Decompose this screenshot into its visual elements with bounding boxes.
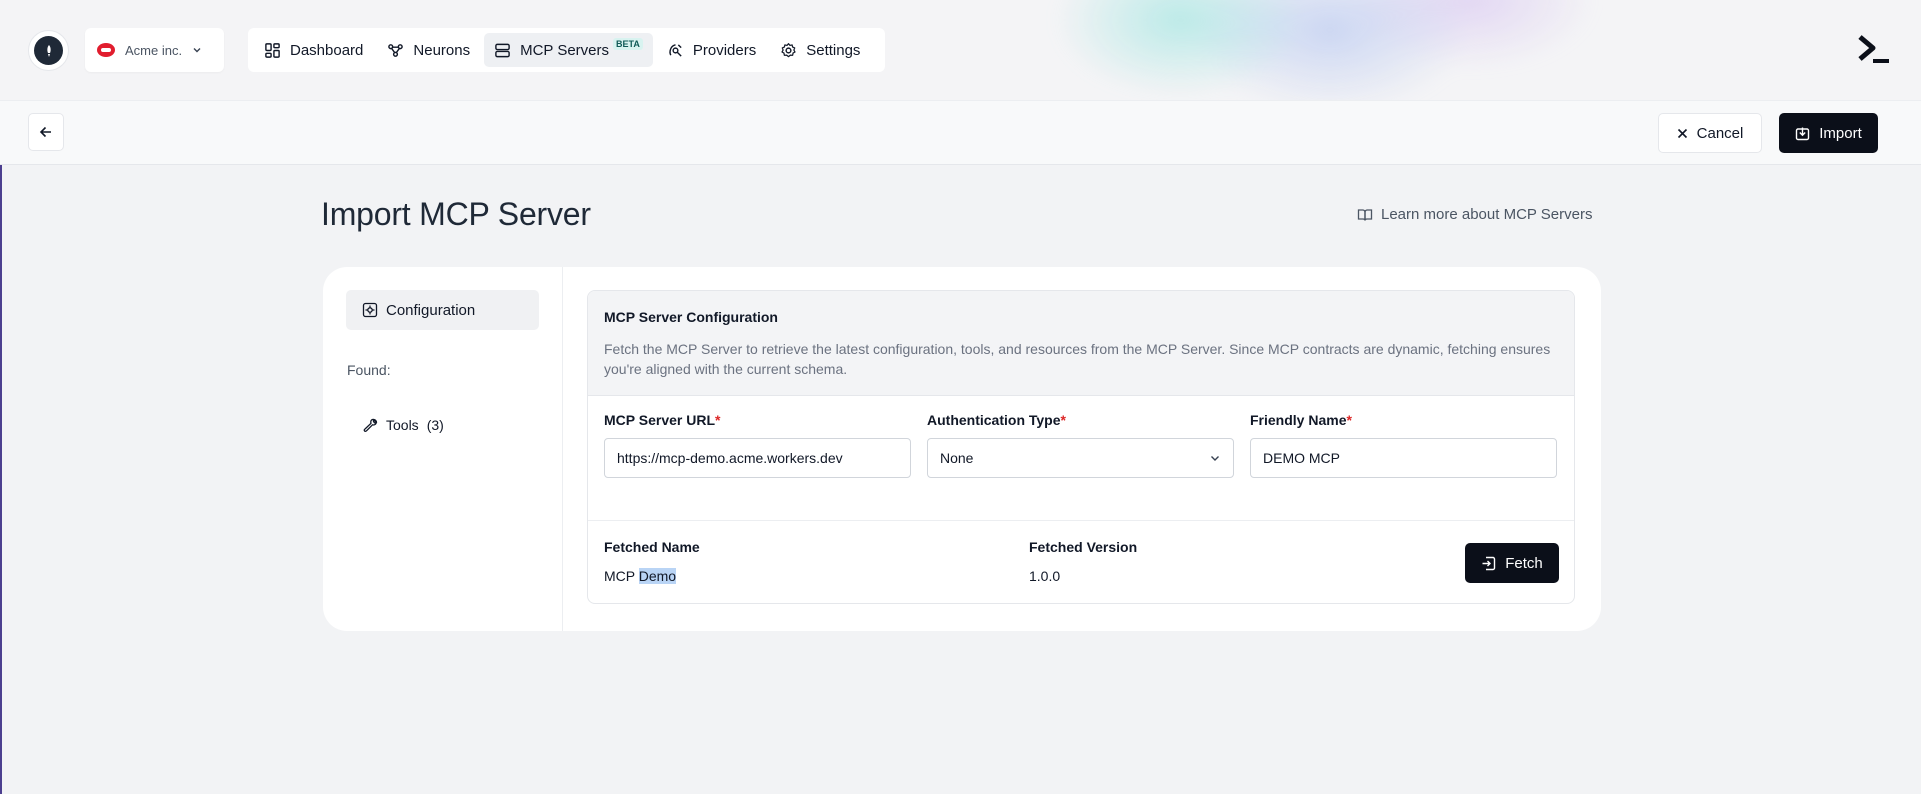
fetched-version: Fetched Version 1.0.0 — [1029, 539, 1137, 584]
sidebar-item-tools[interactable]: Tools (3) — [363, 417, 444, 433]
card-main: MCP Server Configuration Fetch the MCP S… — [563, 267, 1601, 631]
brand-logo-icon — [1858, 35, 1889, 63]
auth-value: None — [940, 450, 974, 466]
chevron-down-icon — [193, 48, 201, 53]
learn-more-link[interactable]: Learn more about MCP Servers — [1357, 206, 1593, 223]
configuration-fields: MCP Server URL* https://mcp-demo.acme.wo… — [588, 396, 1574, 521]
nav-label: Neurons — [413, 41, 471, 59]
dashboard-icon — [265, 42, 280, 58]
import-card: Configuration Found: Tools (3) MCP Serve… — [323, 267, 1601, 631]
organization-switcher[interactable]: Acme inc. — [85, 28, 224, 72]
back-button[interactable] — [28, 113, 64, 151]
server-icon — [495, 43, 510, 57]
friendly-name-value: DEMO MCP — [1263, 450, 1340, 466]
app-logo[interactable] — [28, 30, 69, 71]
required-mark: * — [1060, 412, 1066, 428]
fetch-icon — [1482, 556, 1496, 570]
page-title: Import MCP Server — [321, 196, 591, 232]
friendly-name-label-text: Friendly Name — [1250, 412, 1347, 428]
background-glow — [1000, 0, 1620, 100]
organization-logo — [97, 43, 115, 57]
neurons-icon — [388, 43, 404, 57]
required-mark: * — [1346, 412, 1352, 428]
fetched-version-value: 1.0.0 — [1029, 568, 1061, 584]
nav-label: MCP Servers — [520, 41, 610, 59]
friendly-name-field: Friendly Name* DEMO MCP — [1250, 412, 1557, 520]
friendly-name-label: Friendly Name* — [1250, 412, 1557, 428]
rocket-icon — [46, 44, 51, 57]
book-icon — [1357, 208, 1373, 221]
nav-label: Providers — [692, 41, 757, 59]
close-icon — [1677, 128, 1687, 138]
learn-more-label: Learn more about MCP Servers — [1381, 206, 1593, 223]
panel-title: MCP Server Configuration — [604, 309, 778, 325]
url-field: MCP Server URL* https://mcp-demo.acme.wo… — [604, 412, 911, 520]
url-label: MCP Server URL* — [604, 412, 911, 428]
nav-item-mcp-servers[interactable]: MCP Servers BETA — [484, 33, 653, 67]
authentication-type-select[interactable]: None — [927, 438, 1234, 478]
cancel-label: Cancel — [1696, 124, 1744, 142]
import-button[interactable]: Import — [1779, 113, 1878, 153]
wrench-icon — [363, 418, 378, 432]
configuration-panel: MCP Server Configuration Fetch the MCP S… — [587, 290, 1575, 604]
nav-item-settings[interactable]: Settings — [770, 33, 870, 67]
download-icon — [1796, 127, 1810, 140]
nav-item-providers[interactable]: Providers — [657, 33, 766, 67]
providers-icon — [669, 43, 682, 57]
organization-name: Acme inc. — [125, 42, 183, 58]
nav-item-dashboard[interactable]: Dashboard — [254, 33, 373, 67]
action-bar: Cancel Import — [0, 100, 1921, 165]
top-navigation-bar: Acme inc. Dashboard Neurons MCP Servers … — [0, 0, 1921, 100]
fetched-version-label: Fetched Version — [1029, 539, 1138, 555]
tools-label: Tools — [386, 417, 419, 433]
auth-label-text: Authentication Type — [927, 412, 1061, 428]
selected-text: Demo — [638, 568, 677, 584]
panel-header: MCP Server Configuration Fetch the MCP S… — [588, 291, 1574, 396]
url-label-text: MCP Server URL — [604, 412, 716, 428]
card-sidebar: Configuration Found: Tools (3) — [323, 267, 563, 631]
import-label: Import — [1819, 124, 1862, 142]
nav-label: Settings — [806, 41, 861, 59]
gear-icon — [781, 42, 796, 57]
fetched-name-prefix: MCP — [604, 568, 639, 584]
tools-count: (3) — [426, 417, 444, 433]
nav-item-neurons[interactable]: Neurons — [377, 33, 480, 67]
fetch-label: Fetch — [1505, 554, 1543, 572]
arrow-left-icon — [39, 126, 51, 138]
mcp-server-url-input[interactable]: https://mcp-demo.acme.workers.dev — [604, 438, 911, 478]
url-value: https://mcp-demo.acme.workers.dev — [617, 450, 843, 466]
cancel-button[interactable]: Cancel — [1658, 113, 1762, 153]
fetched-name: Fetched Name MCP Demo — [604, 539, 700, 584]
auth-label: Authentication Type* — [927, 412, 1234, 428]
required-mark: * — [715, 412, 721, 428]
fetched-name-value: MCP Demo — [604, 568, 700, 584]
tab-label: Configuration — [386, 301, 476, 319]
main-nav: Dashboard Neurons MCP Servers BETA Provi… — [248, 28, 885, 72]
tab-configuration[interactable]: Configuration — [346, 290, 539, 330]
found-label: Found: — [347, 362, 391, 378]
beta-badge: BETA — [613, 38, 643, 50]
auth-field: Authentication Type* None — [927, 412, 1234, 520]
configuration-icon — [362, 302, 378, 318]
chevron-down-icon — [1211, 456, 1219, 461]
panel-description: Fetch the MCP Server to retrieve the lat… — [604, 341, 1551, 377]
nav-label: Dashboard — [290, 41, 364, 59]
fetched-name-label: Fetched Name — [604, 539, 700, 555]
fetch-button[interactable]: Fetch — [1465, 543, 1559, 583]
fetched-info: Fetched Name MCP Demo Fetched Version 1.… — [588, 521, 1574, 603]
friendly-name-input[interactable]: DEMO MCP — [1250, 438, 1557, 478]
